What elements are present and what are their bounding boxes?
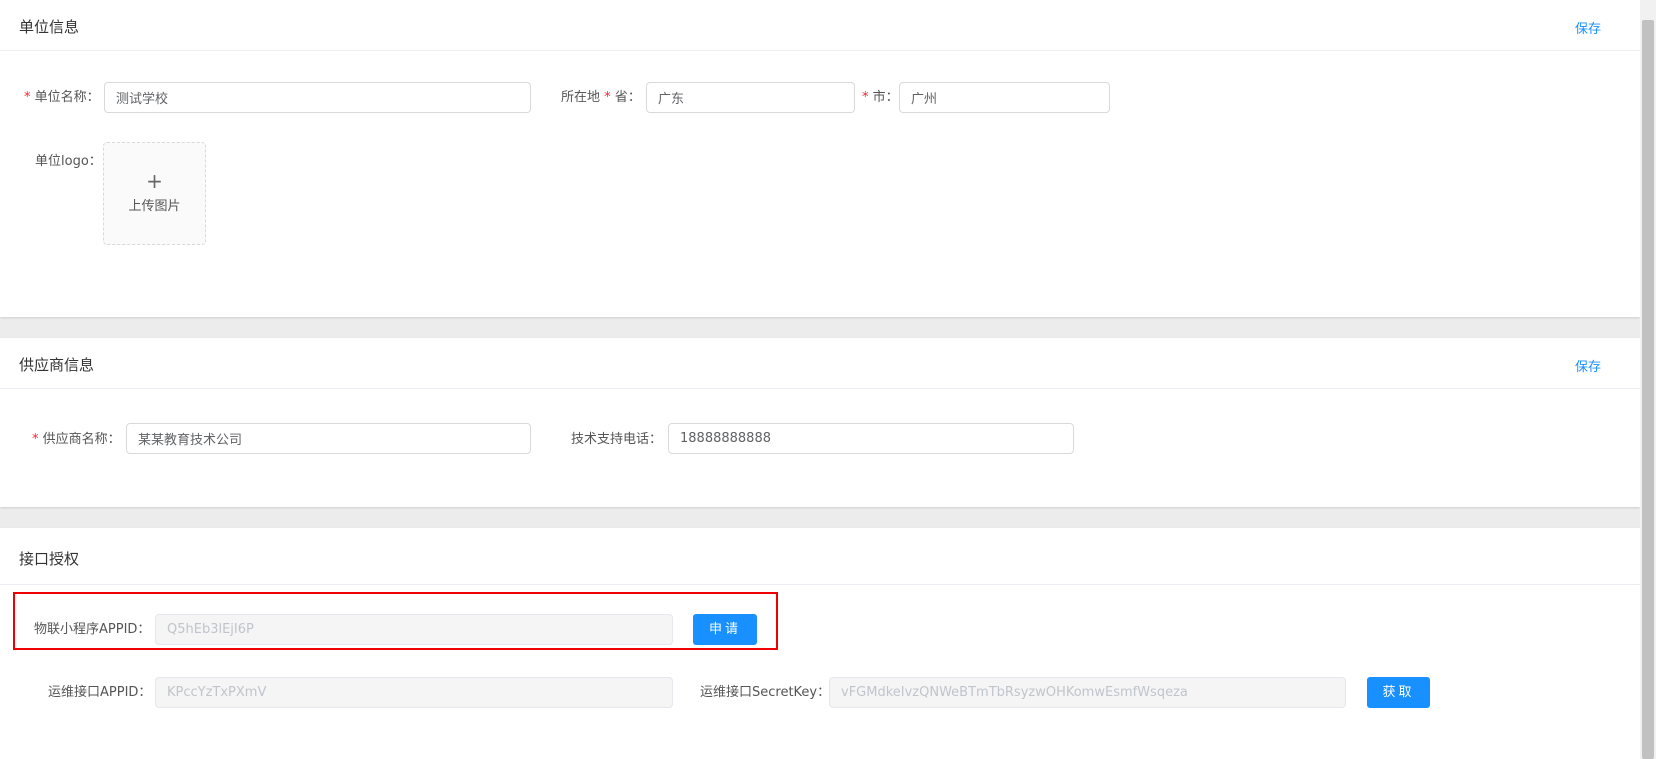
province-input[interactable] xyxy=(646,82,855,113)
support-phone-label: 技术支持电话： xyxy=(571,432,663,447)
unit-info-title: 单位信息 xyxy=(19,18,80,36)
fetch-button[interactable]: 获取 xyxy=(1367,677,1430,708)
city-input[interactable] xyxy=(899,82,1110,113)
location-province-label: 所在地 * 省： xyxy=(561,90,641,105)
unit-info-card: 单位信息 保存 * 单位名称： 所在地 * 省： * 市： 单位logo： + … xyxy=(0,0,1640,317)
unit-name-input[interactable] xyxy=(104,82,531,113)
supplier-info-header: 供应商信息 保存 xyxy=(0,338,1640,389)
unit-name-label: * 单位名称： xyxy=(24,90,100,105)
ops-appid-label: 运维接口APPID： xyxy=(48,685,152,700)
supplier-info-card: 供应商信息 保存 * 供应商名称： 技术支持电话： xyxy=(0,338,1640,507)
supplier-info-title: 供应商信息 xyxy=(19,356,95,374)
unit-save-button[interactable]: 保存 xyxy=(1575,18,1601,37)
ops-secretkey-label: 运维接口SecretKey： xyxy=(700,685,831,700)
city-label: * 市： xyxy=(862,90,899,105)
ops-appid-input xyxy=(155,677,673,708)
required-mark: * xyxy=(862,90,869,105)
api-auth-header: 接口授权 xyxy=(0,528,1640,585)
required-mark: * xyxy=(32,432,39,447)
supplier-name-label: * 供应商名称： xyxy=(32,432,121,447)
logo-upload-button[interactable]: + 上传图片 xyxy=(103,142,206,245)
supplier-save-button[interactable]: 保存 xyxy=(1575,356,1601,375)
required-mark: * xyxy=(24,90,31,105)
ops-secretkey-input xyxy=(829,677,1346,708)
supplier-name-input[interactable] xyxy=(126,423,531,454)
highlight-box xyxy=(13,592,778,650)
scrollbar-thumb[interactable] xyxy=(1642,20,1654,759)
required-mark: * xyxy=(604,90,611,105)
upload-label: 上传图片 xyxy=(128,199,181,214)
scrollbar[interactable] xyxy=(1640,0,1656,759)
unit-logo-label: 单位logo： xyxy=(35,154,102,169)
api-auth-title: 接口授权 xyxy=(19,550,80,568)
plus-icon: + xyxy=(146,169,163,193)
unit-info-header: 单位信息 保存 xyxy=(0,0,1640,51)
support-phone-input[interactable] xyxy=(668,423,1074,454)
